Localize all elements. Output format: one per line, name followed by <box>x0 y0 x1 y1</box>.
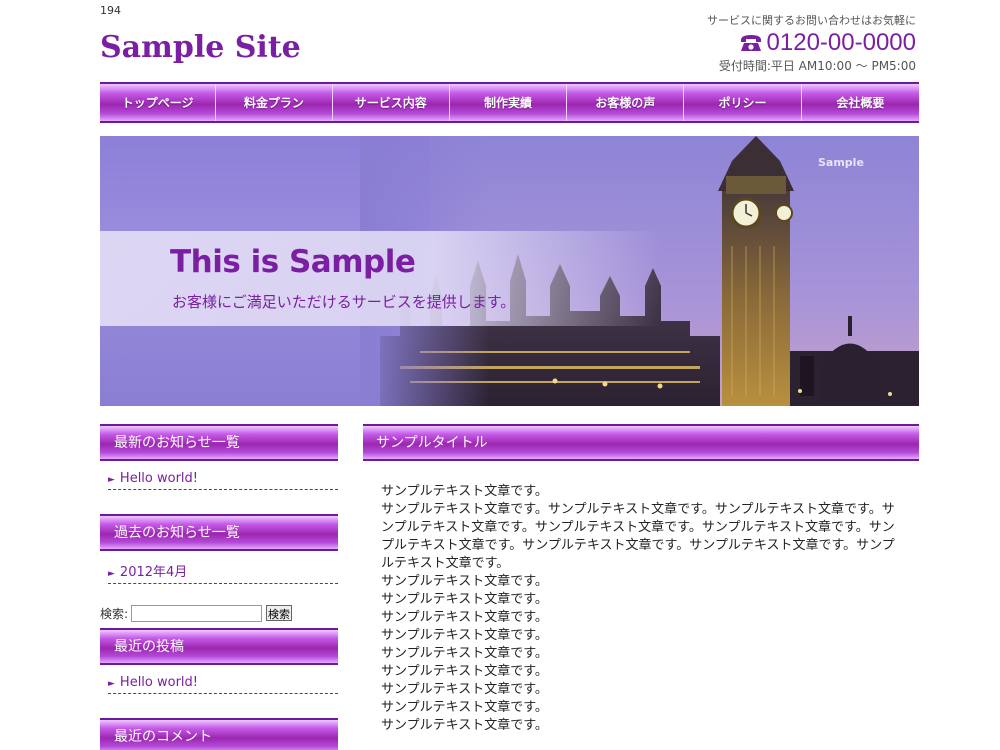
search-form: 検索: 検索 <box>100 602 338 624</box>
content-paragraph: サンプルテキスト文章です。サンプルテキスト文章です。サンプルテキスト文章です。サ… <box>381 502 895 571</box>
list-item: ► 2012年4月 <box>108 559 338 584</box>
widget-title-past-news: 過去のお知らせ一覧 <box>100 514 338 551</box>
nav-item-top[interactable]: トップページ <box>100 84 217 121</box>
sidebar: 最新のお知らせ一覧 ► Hello world! 過去のお知らせ一覧 ► 2012年… <box>100 424 338 750</box>
content-paragraph: サンプルテキスト文章です。 <box>381 610 548 625</box>
content-paragraph: サンプルテキスト文章です。 <box>381 682 548 697</box>
nav-item-testimonials[interactable]: お客様の声 <box>567 84 685 121</box>
news-link-hello-world[interactable]: Hello world! <box>120 471 198 486</box>
contact-info: サービスに関するお問い合わせはお気軽に 0120-00-0000 受付時間:平日… <box>656 12 916 74</box>
content-paragraph: サンプルテキスト文章です。 <box>381 700 548 715</box>
hero-title: This is Sample <box>170 244 416 280</box>
post-link-hello-world[interactable]: Hello world! <box>120 675 198 690</box>
archive-link-2012-04[interactable]: 2012年4月 <box>120 565 187 580</box>
contact-lead: サービスに関するお問い合わせはお気軽に <box>707 14 916 27</box>
archive-list: ► 2012年4月 <box>108 559 338 584</box>
content-paragraph: サンプルテキスト文章です。 <box>381 628 548 643</box>
site-logo[interactable]: Sample Site <box>100 30 301 65</box>
widget-title-recent-comments: 最近のコメント <box>100 718 338 750</box>
content-paragraph: サンプルテキスト文章です。 <box>381 574 548 589</box>
triangle-right-icon: ► <box>108 569 115 579</box>
widget-title-latest-news: 最新のお知らせ一覧 <box>100 424 338 461</box>
list-item: ► Hello world! <box>108 673 338 694</box>
widget-title-recent-posts: 最近の投稿 <box>100 628 338 665</box>
main-content: サンプルタイトル サンプルテキスト文章です。 サンプルテキスト文章です。サンプル… <box>363 424 919 735</box>
hero-banner: This is Sample お客様にご満足いただけるサービスを提供します。 S… <box>100 136 919 406</box>
nav-item-services[interactable]: サービス内容 <box>333 84 450 121</box>
content-paragraph: サンプルテキスト文章です。 <box>381 484 548 499</box>
page-counter: 194 <box>100 4 121 17</box>
nav-item-pricing[interactable]: 料金プラン <box>216 84 333 121</box>
content-body: サンプルテキスト文章です。 サンプルテキスト文章です。サンプルテキスト文章です。… <box>363 483 919 735</box>
content-paragraph: サンプルテキスト文章です。 <box>381 664 548 679</box>
business-hours: 受付時間:平日 AM10:00 ～ PM5:00 <box>718 59 916 73</box>
content-paragraph: サンプルテキスト文章です。 <box>381 592 548 607</box>
triangle-right-icon: ► <box>108 679 115 689</box>
content-title: サンプルタイトル <box>363 424 919 461</box>
search-input[interactable] <box>131 604 263 622</box>
hero-subtitle: お客様にご満足いただけるサービスを提供します。 <box>172 293 516 311</box>
search-label: 検索: <box>100 606 129 621</box>
nav-item-policy[interactable]: ポリシー <box>684 84 802 121</box>
phone-row: 0120-00-0000 <box>656 30 916 56</box>
global-nav: トップページ 料金プラン サービス内容 制作実績 お客様の声 ポリシー 会社概要 <box>100 82 919 123</box>
nav-item-company[interactable]: 会社概要 <box>802 84 919 121</box>
content-paragraph: サンプルテキスト文章です。 <box>381 646 548 661</box>
nav-item-works[interactable]: 制作実績 <box>450 84 568 121</box>
list-item: ► Hello world! <box>108 469 338 490</box>
triangle-right-icon: ► <box>108 475 115 485</box>
content-paragraph: サンプルテキスト文章です。 <box>381 718 548 733</box>
search-button[interactable]: 検索 <box>266 605 293 621</box>
recent-posts-list: ► Hello world! <box>108 673 338 694</box>
phone-number: 0120-00-0000 <box>766 29 916 56</box>
hero-watermark: Sample <box>818 156 864 169</box>
phone-icon <box>740 35 761 51</box>
latest-news-list: ► Hello world! <box>108 469 338 490</box>
